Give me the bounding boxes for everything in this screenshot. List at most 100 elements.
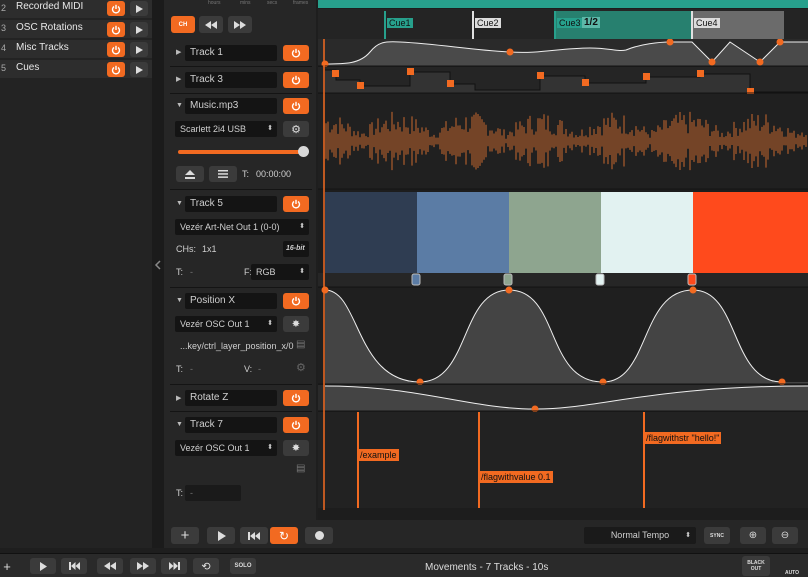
previous-cue-button[interactable] — [199, 16, 223, 33]
osc-learn-button[interactable]: ✸ — [283, 316, 309, 332]
add-composition-button[interactable]: + — [0, 558, 14, 574]
cue-lane[interactable]: Cue1 Cue2 Cue3 1/2 Cue4 — [318, 9, 808, 39]
select-arrows-icon: ⬍ — [267, 125, 273, 132]
volume-slider-track[interactable] — [178, 150, 302, 154]
track-power-button[interactable] — [283, 390, 309, 406]
osc-flag-label[interactable]: /example — [358, 449, 399, 461]
sidebar-item-label: Misc Tracks — [16, 42, 69, 53]
sidebar-power-button[interactable] — [107, 62, 125, 77]
sidebar-item-recorded-midi[interactable]: 2 Recorded MIDI — [0, 0, 152, 18]
rewind-to-start-button[interactable] — [240, 527, 268, 544]
global-skip-forward-button[interactable] — [161, 558, 187, 574]
global-play-button[interactable] — [30, 558, 56, 574]
osc-flag-label[interactable]: /flagwithstr "hello!" — [644, 432, 722, 444]
sidebar-play-button[interactable] — [130, 1, 148, 16]
blackout-button[interactable]: BLACK OUT — [742, 556, 770, 576]
sidebar-item-osc-rotations[interactable]: 3 OSC Rotations — [0, 20, 152, 38]
t-field[interactable]: - — [185, 485, 241, 501]
timecode-frames-label: frames — [293, 0, 309, 6]
osc-address-field[interactable] — [175, 462, 291, 478]
timeline-lanes[interactable] — [318, 39, 808, 519]
loop-button[interactable]: ↻ — [270, 527, 298, 544]
track-name-field[interactable]: Music.mp3 — [185, 98, 277, 114]
next-cue-button[interactable] — [228, 16, 252, 33]
sidebar-power-button[interactable] — [107, 22, 125, 37]
disclosure-triangle-expanded[interactable]: ▼ — [176, 102, 183, 109]
track-name-field[interactable]: Track 7 — [185, 417, 277, 433]
artnet-output-select[interactable]: Vezér Art-Net Out 1 (0-0) ⬍ — [175, 219, 309, 235]
sidebar-play-button[interactable] — [130, 22, 148, 37]
audio-time-field[interactable]: 00:00:00 — [251, 166, 309, 182]
track-name-field[interactable]: Track 5 — [185, 196, 277, 212]
add-track-button[interactable]: + — [171, 527, 199, 544]
clipboard-icon[interactable]: ▤ — [296, 463, 305, 474]
track-power-button[interactable] — [283, 293, 309, 309]
disclosure-triangle-collapsed[interactable]: ▶ — [176, 48, 181, 56]
select-arrows-icon: ⬍ — [299, 268, 305, 275]
clipboard-icon[interactable]: ▤ — [296, 339, 305, 350]
disclosure-triangle-expanded[interactable]: ▼ — [176, 200, 183, 207]
t-field[interactable]: - — [185, 361, 235, 377]
cue-marker[interactable]: Cue4 — [691, 11, 720, 39]
disclosure-triangle-expanded[interactable]: ▼ — [176, 421, 183, 428]
cue-marker[interactable]: Cue2 — [472, 11, 501, 39]
sidebar-item-misc-tracks[interactable]: 4 Misc Tracks — [0, 40, 152, 58]
volume-slider-knob[interactable] — [298, 146, 309, 157]
audio-menu-button[interactable] — [209, 166, 237, 182]
eject-button[interactable] — [176, 166, 204, 182]
audio-settings-button[interactable]: ⚙ — [283, 121, 309, 137]
track-power-button[interactable] — [283, 196, 309, 212]
v-field[interactable]: - — [253, 361, 289, 377]
color-keyframe — [503, 273, 513, 286]
track-power-button[interactable] — [283, 72, 309, 88]
auto-label: AUTO — [784, 570, 800, 576]
color-format-select[interactable]: RGB ⬍ — [251, 264, 309, 280]
sidebar-play-button[interactable] — [130, 62, 148, 77]
sync-button[interactable]: SYNC — [704, 527, 730, 544]
play-icon — [40, 561, 47, 571]
global-fast-forward-button[interactable] — [130, 558, 156, 574]
track-name-field[interactable]: Track 3 — [185, 72, 277, 88]
osc-flag-label[interactable]: /flagwithvalue 0.1 — [479, 471, 553, 483]
global-rewind-button[interactable] — [97, 558, 123, 574]
record-button[interactable] — [305, 527, 333, 544]
sidebar-power-button[interactable] — [107, 1, 125, 16]
solo-button[interactable]: SOLO — [230, 558, 256, 574]
zoom-out-button[interactable]: ⊖ — [772, 527, 798, 544]
audio-device-select[interactable]: Scarlett 2i4 USB ⬍ — [175, 121, 277, 137]
track-power-button[interactable] — [283, 417, 309, 433]
track-power-button[interactable] — [283, 98, 309, 114]
zoom-in-button[interactable]: ⊕ — [740, 527, 766, 544]
osc-learn-button[interactable]: ✸ — [283, 440, 309, 456]
channels-field[interactable]: 1x1 — [197, 241, 277, 257]
cue-marker[interactable]: Cue1 — [384, 11, 413, 39]
sidebar-power-button[interactable] — [107, 42, 125, 57]
auto-button[interactable]: AUTO — [778, 556, 806, 576]
global-skip-back-button[interactable] — [61, 558, 87, 574]
osc-output-select[interactable]: Vezér OSC Out 1 ⬍ — [175, 440, 277, 456]
sidebar-play-button[interactable] — [130, 42, 148, 57]
track-name-field[interactable]: Position X — [185, 293, 277, 309]
osc-output-select[interactable]: Vezér OSC Out 1 ⬍ — [175, 316, 277, 332]
global-loop-button[interactable]: ⟲ — [193, 558, 219, 574]
time-ruler[interactable] — [318, 0, 808, 8]
track-name-field[interactable]: Track 1 — [185, 45, 277, 61]
sidebar-item-cues[interactable]: 5 Cues — [0, 60, 152, 78]
disclosure-triangle-expanded[interactable]: ▼ — [176, 297, 183, 304]
color-segment — [325, 192, 417, 273]
cue-mode-button[interactable]: CH — [171, 16, 195, 33]
audio-device-value: Scarlett 2i4 USB — [180, 124, 247, 134]
cue-marker[interactable]: Cue3 1/2 — [554, 11, 600, 39]
play-button[interactable] — [207, 527, 235, 544]
bitdepth-toggle[interactable]: 16-bit — [283, 241, 309, 257]
step-keyframe — [332, 70, 339, 77]
collapse-sidebar-handle[interactable] — [152, 0, 164, 548]
track-power-button[interactable] — [283, 45, 309, 61]
disclosure-triangle-collapsed[interactable]: ▶ — [176, 75, 181, 83]
osc-address-field[interactable]: ...key/ctrl_layer_position_x/0 — [175, 338, 294, 354]
t-field[interactable]: - — [185, 264, 235, 280]
gear-icon[interactable]: ⚙ — [296, 361, 306, 374]
disclosure-triangle-collapsed[interactable]: ▶ — [176, 394, 181, 402]
tempo-select[interactable]: Normal Tempo ⬍ — [584, 527, 696, 544]
track-name-field[interactable]: Rotate Z — [185, 390, 277, 406]
